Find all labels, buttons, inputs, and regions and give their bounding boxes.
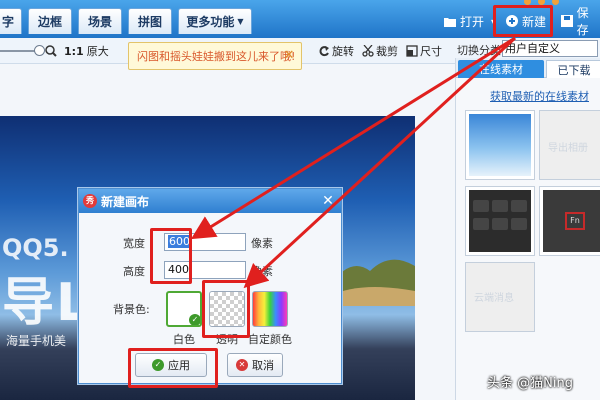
white-bg-option[interactable]: ✓ xyxy=(166,291,202,327)
feature-tooltip: 闪图和摇头娃娃搬到这儿来了哦! ✕ xyxy=(128,42,302,70)
chevron-down-icon: ▼ xyxy=(237,17,244,26)
cancel-button[interactable]: ✕ 取消 xyxy=(227,353,283,377)
highlight-new-button xyxy=(493,5,553,37)
fn-key-thumbnail: Fn xyxy=(543,190,600,252)
original-size-label: 原大 xyxy=(86,45,109,58)
tab-text[interactable]: 字 xyxy=(0,8,22,34)
material-thumb[interactable]: Fn xyxy=(539,186,600,256)
zoom-ratio: 1:1 xyxy=(64,44,84,58)
tab-collage[interactable]: 拼图 xyxy=(128,8,172,34)
tab-border[interactable]: 边框 xyxy=(28,8,72,34)
material-thumb[interactable]: 云端消息 xyxy=(465,262,535,332)
folder-icon xyxy=(444,17,456,27)
height-label: 高度 xyxy=(123,265,145,278)
thumb-label: 云端消息 xyxy=(474,293,514,304)
thumb-label: 导出相册 xyxy=(548,143,588,154)
save-button[interactable]: 保存 xyxy=(561,6,600,37)
tab-more-features-label: 更多功能 xyxy=(186,15,235,29)
crop-button[interactable]: 裁剪 xyxy=(362,43,398,59)
rotate-icon xyxy=(319,46,329,57)
checkmark-icon: ✓ xyxy=(189,314,200,325)
crop-label: 裁剪 xyxy=(376,45,398,58)
scissors-icon xyxy=(362,45,374,57)
highlight-size-inputs xyxy=(150,228,192,284)
width-unit: 像素 xyxy=(251,237,273,250)
fn-key-label: Fn xyxy=(565,212,585,230)
app-logo-icon: 秀 xyxy=(83,194,97,208)
panel-tabs: 在线素材 已下载 xyxy=(456,58,600,78)
zoom-slider-track[interactable] xyxy=(0,50,38,52)
close-icon[interactable]: ✕ xyxy=(321,193,335,209)
dialog-titlebar: 秀 新建画布 ✕ xyxy=(79,189,341,213)
keyboard-keys xyxy=(473,200,527,230)
size-label: 尺寸 xyxy=(420,45,442,58)
category-select[interactable]: 用户自定义 xyxy=(502,40,598,57)
save-icon xyxy=(561,15,573,27)
open-button[interactable]: 打开 ▾ xyxy=(444,10,495,32)
highlight-transparent xyxy=(202,280,250,338)
landscape-trees xyxy=(330,259,415,306)
keyboard-thumbnail xyxy=(469,190,531,252)
magnifier-icon xyxy=(45,45,57,57)
open-label: 打开 xyxy=(460,14,485,29)
save-label: 保存 xyxy=(576,6,589,37)
material-thumb[interactable] xyxy=(465,110,535,180)
get-latest-materials-link[interactable]: 获取最新的在线素材 xyxy=(490,88,589,104)
zoom-in-button[interactable] xyxy=(45,43,59,59)
highlight-apply xyxy=(128,348,218,388)
tab-online-materials[interactable]: 在线素材 xyxy=(458,60,544,78)
rotate-label: 旋转 xyxy=(332,45,354,58)
background-color-label: 背景色: xyxy=(113,303,150,316)
material-panel: 在线素材 已下载 获取最新的在线素材 导出相册 Fn 云端消息 xyxy=(455,58,600,400)
tab-scene[interactable]: 场景 xyxy=(78,8,122,34)
category-label: 切换分类 xyxy=(457,44,501,57)
custom-color-label: 自定颜色 xyxy=(248,333,292,346)
zoom-slider-handle[interactable] xyxy=(34,45,45,56)
tab-downloaded[interactable]: 已下载 xyxy=(546,60,600,78)
sky-thumbnail xyxy=(469,114,531,176)
tooltip-text: 闪图和摇头娃娃搬到这儿来了哦! xyxy=(137,50,296,63)
size-button[interactable]: 尺寸 xyxy=(406,43,442,59)
cancel-circle-icon: ✕ xyxy=(236,359,248,371)
rotate-button[interactable]: 旋转 xyxy=(318,43,354,59)
material-thumb[interactable]: 导出相册 xyxy=(539,110,600,180)
dialog-title: 新建画布 xyxy=(101,194,150,209)
cancel-label: 取消 xyxy=(252,359,274,372)
resize-icon xyxy=(406,45,418,57)
photo-small-text: 海量手机美 xyxy=(6,334,67,348)
close-icon[interactable]: ✕ xyxy=(282,49,296,63)
tab-more-features[interactable]: 更多功能 ▼ xyxy=(178,8,252,34)
width-label: 宽度 xyxy=(123,237,145,250)
watermark: 头条 @猫Ning xyxy=(487,376,573,391)
custom-color-option[interactable] xyxy=(252,291,288,327)
actual-size-button[interactable]: 1:1 原大 xyxy=(64,43,109,59)
photo-qq-text: QQ5. xyxy=(2,234,69,262)
material-thumb[interactable] xyxy=(465,186,535,256)
height-unit: 像素 xyxy=(251,265,273,278)
